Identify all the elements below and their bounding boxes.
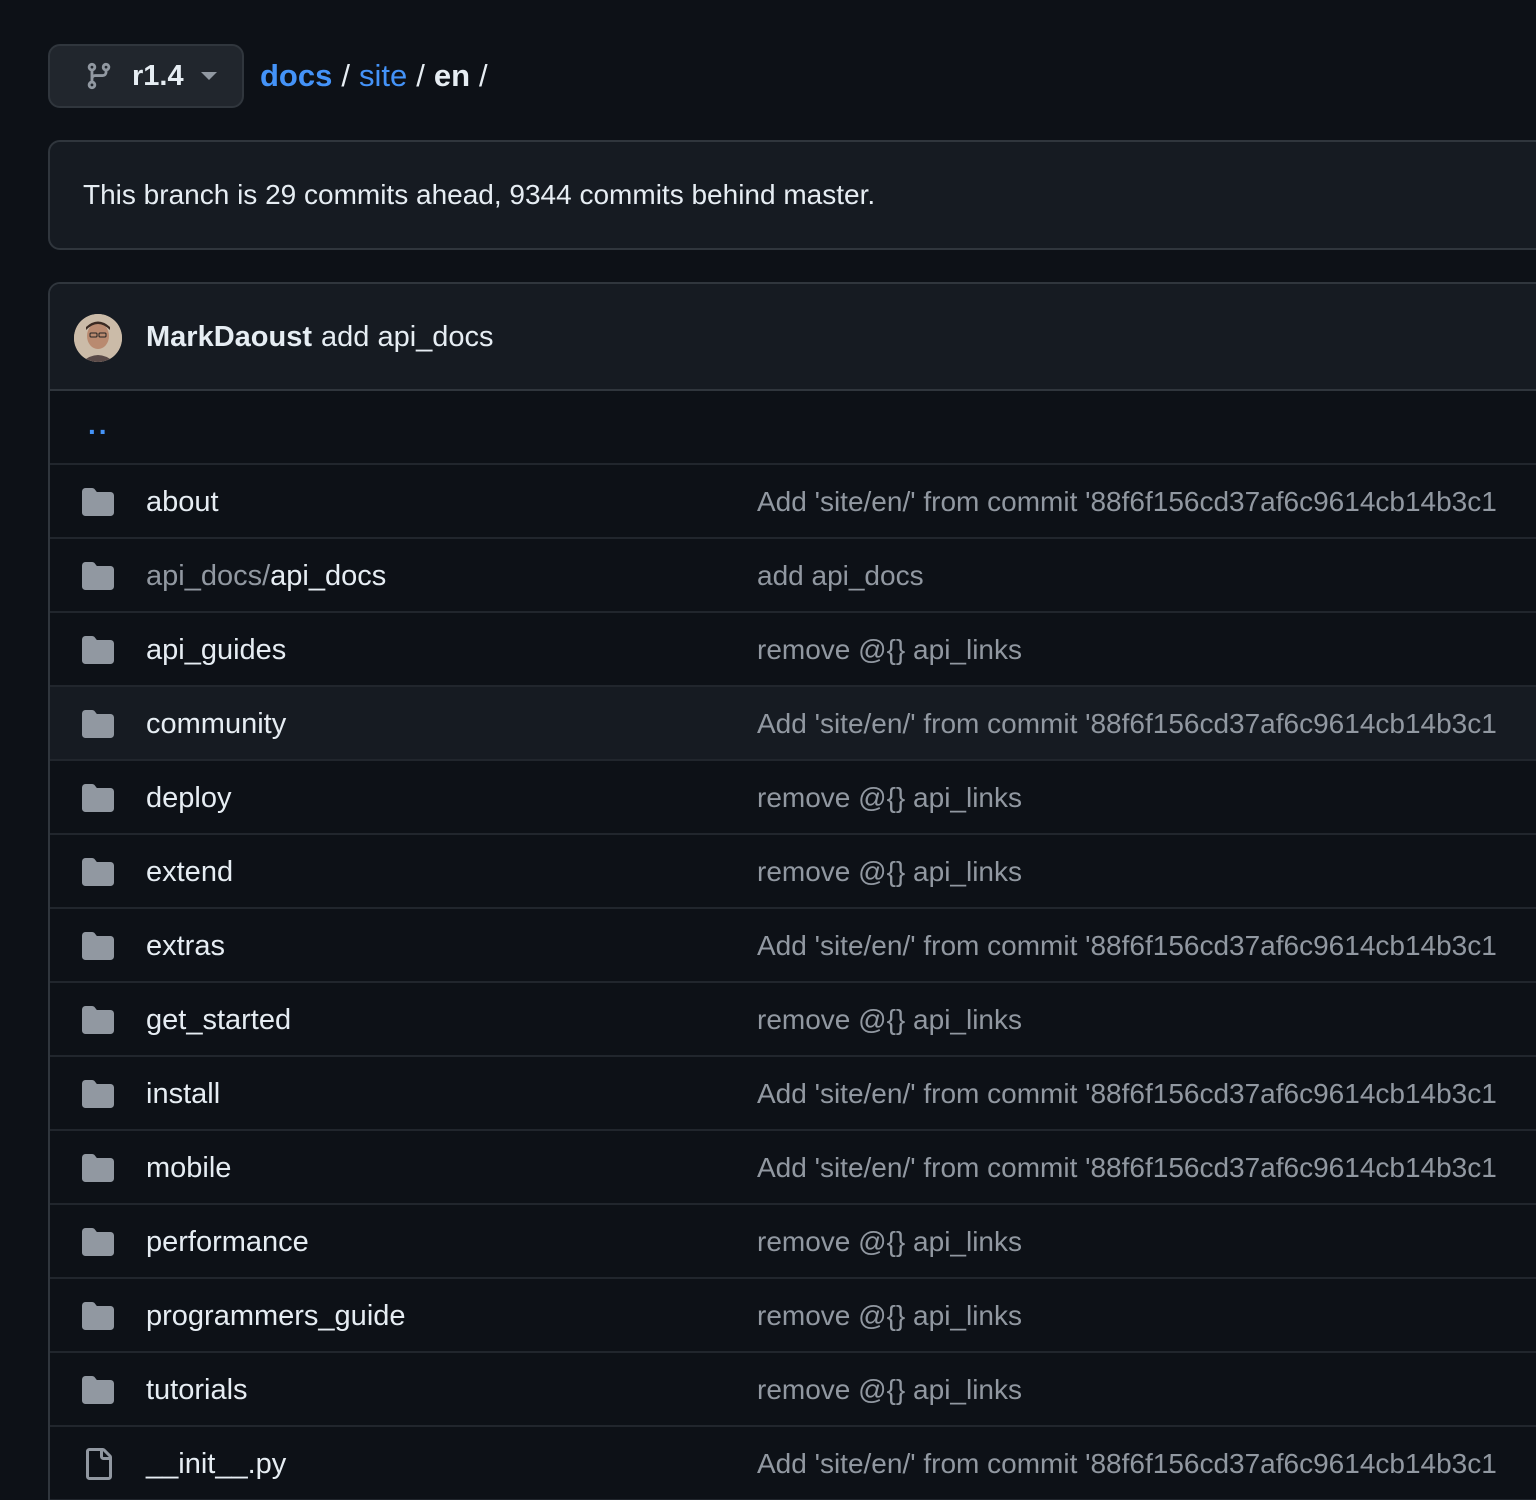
file-name-text: get_started bbox=[146, 1003, 292, 1036]
file-name-link[interactable]: performance bbox=[146, 1205, 309, 1279]
file-name-text: __init__.py bbox=[146, 1447, 287, 1480]
file-name-link[interactable]: programmers_guide bbox=[146, 1279, 406, 1353]
file-name-link[interactable]: tutorials bbox=[146, 1353, 248, 1427]
file-name-link[interactable]: community bbox=[146, 687, 286, 761]
folder-icon bbox=[82, 486, 114, 518]
folder-icon bbox=[82, 634, 114, 666]
branch-selector-button[interactable]: r1.4 bbox=[48, 44, 244, 108]
file-name-text: performance bbox=[146, 1225, 309, 1258]
file-name-link[interactable]: __init__.py bbox=[146, 1427, 286, 1500]
file-browser: MarkDaoust add api_docs .. about Add 'sit… bbox=[48, 282, 1536, 1500]
file-icon bbox=[82, 1448, 114, 1480]
parent-directory-link[interactable]: .. bbox=[88, 409, 110, 441]
branch-name: r1.4 bbox=[132, 59, 184, 92]
file-name-text: install bbox=[146, 1077, 221, 1110]
file-commit-message-link[interactable]: remove @{} api_links bbox=[757, 1353, 1022, 1427]
file-name-text: about bbox=[146, 485, 219, 518]
table-row[interactable]: install Add 'site/en/' from commit '88f6f… bbox=[50, 1057, 1536, 1131]
file-name-link[interactable]: install bbox=[146, 1057, 220, 1131]
file-commit-message-link[interactable]: Add 'site/en/' from commit '88f6f156cd37… bbox=[757, 687, 1497, 761]
breadcrumb-current: en bbox=[433, 58, 471, 93]
file-name-text: programmers_guide bbox=[146, 1299, 406, 1332]
avatar[interactable] bbox=[74, 314, 122, 362]
commit-message-link[interactable]: add api_docs bbox=[321, 321, 494, 354]
table-row[interactable]: tutorials remove @{} api_links bbox=[50, 1353, 1536, 1427]
file-name-text: extend bbox=[146, 855, 234, 888]
file-commit-message-link[interactable]: Add 'site/en/' from commit '88f6f156cd37… bbox=[757, 465, 1497, 539]
file-commit-message-link[interactable]: add api_docs bbox=[757, 539, 924, 613]
breadcrumb: docs / site / en / bbox=[260, 58, 497, 94]
page: r1.4 docs / site / en / This branch is 2… bbox=[0, 0, 1536, 1500]
file-name-link[interactable]: api_guides bbox=[146, 613, 286, 687]
branch-status-banner: This branch is 29 commits ahead, 9344 co… bbox=[48, 140, 1536, 250]
latest-commit-header: MarkDaoust add api_docs bbox=[50, 284, 1536, 391]
file-name-text: tutorials bbox=[146, 1373, 248, 1406]
file-commit-message-link[interactable]: Add 'site/en/' from commit '88f6f156cd37… bbox=[757, 1057, 1497, 1131]
file-commit-message-link[interactable]: remove @{} api_links bbox=[757, 835, 1022, 909]
file-name-prefix: api_docs/ bbox=[146, 559, 271, 592]
file-name-text: deploy bbox=[146, 781, 232, 814]
breadcrumb-separator: / bbox=[416, 58, 425, 93]
file-commit-message-link[interactable]: Add 'site/en/' from commit '88f6f156cd37… bbox=[757, 1427, 1497, 1500]
file-commit-message-link[interactable]: Add 'site/en/' from commit '88f6f156cd37… bbox=[757, 909, 1497, 983]
folder-icon bbox=[82, 1004, 114, 1036]
folder-icon bbox=[82, 708, 114, 740]
folder-icon bbox=[82, 1300, 114, 1332]
file-name-text: extras bbox=[146, 929, 225, 962]
file-name-text: mobile bbox=[146, 1151, 232, 1184]
table-row[interactable]: performance remove @{} api_links bbox=[50, 1205, 1536, 1279]
folder-icon bbox=[82, 1226, 114, 1258]
file-name-link[interactable]: deploy bbox=[146, 761, 231, 835]
git-branch-icon bbox=[84, 60, 114, 92]
file-name-link[interactable]: api_docs/api_docs bbox=[146, 539, 386, 613]
table-row[interactable]: api_guides remove @{} api_links bbox=[50, 613, 1536, 687]
file-name-link[interactable]: mobile bbox=[146, 1131, 231, 1205]
folder-icon bbox=[82, 1374, 114, 1406]
file-name-link[interactable]: about bbox=[146, 465, 219, 539]
folder-icon bbox=[82, 1078, 114, 1110]
table-row[interactable]: community Add 'site/en/' from commit '88f… bbox=[50, 687, 1536, 761]
table-row[interactable]: api_docs/api_docs add api_docs bbox=[50, 539, 1536, 613]
file-name-link[interactable]: extend bbox=[146, 835, 233, 909]
table-row[interactable]: about Add 'site/en/' from commit '88f6f15… bbox=[50, 465, 1536, 539]
file-commit-message-link[interactable]: Add 'site/en/' from commit '88f6f156cd37… bbox=[757, 1131, 1497, 1205]
file-name-text: community bbox=[146, 707, 287, 740]
commit-author-link[interactable]: MarkDaoust bbox=[146, 321, 312, 354]
table-row[interactable]: extras Add 'site/en/' from commit '88f6f1… bbox=[50, 909, 1536, 983]
file-commit-message-link[interactable]: remove @{} api_links bbox=[757, 1279, 1022, 1353]
branch-status-text: This branch is 29 commits ahead, 9344 co… bbox=[83, 179, 876, 210]
file-name-link[interactable]: extras bbox=[146, 909, 225, 983]
file-commit-message-link[interactable]: remove @{} api_links bbox=[757, 983, 1022, 1057]
file-commit-message-link[interactable]: remove @{} api_links bbox=[757, 761, 1022, 835]
breadcrumb-separator: / bbox=[479, 58, 488, 93]
folder-icon bbox=[82, 1152, 114, 1184]
folder-icon bbox=[82, 856, 114, 888]
file-name-link[interactable]: get_started bbox=[146, 983, 291, 1057]
table-row[interactable]: mobile Add 'site/en/' from commit '88f6f1… bbox=[50, 1131, 1536, 1205]
breadcrumb-link-docs[interactable]: docs bbox=[260, 58, 332, 94]
latest-commit-text: MarkDaoust add api_docs bbox=[146, 284, 494, 391]
folder-icon bbox=[82, 560, 114, 592]
chevron-down-icon bbox=[200, 71, 218, 81]
breadcrumb-separator: / bbox=[341, 58, 350, 93]
file-name-text: api_guides bbox=[146, 633, 287, 666]
table-row[interactable]: get_started remove @{} api_links bbox=[50, 983, 1536, 1057]
file-commit-message-link[interactable]: remove @{} api_links bbox=[757, 613, 1022, 687]
file-name-text: api_docs bbox=[270, 559, 387, 592]
folder-icon bbox=[82, 930, 114, 962]
file-list: about Add 'site/en/' from commit '88f6f15… bbox=[50, 465, 1536, 1500]
table-row[interactable]: deploy remove @{} api_links bbox=[50, 761, 1536, 835]
folder-icon bbox=[82, 782, 114, 814]
top-bar: r1.4 docs / site / en / bbox=[48, 44, 497, 108]
parent-directory-row[interactable]: .. bbox=[50, 391, 1536, 465]
breadcrumb-link-site[interactable]: site bbox=[359, 58, 407, 94]
file-commit-message-link[interactable]: remove @{} api_links bbox=[757, 1205, 1022, 1279]
table-row[interactable]: __init__.py Add 'site/en/' from commit '8… bbox=[50, 1427, 1536, 1500]
table-row[interactable]: extend remove @{} api_links bbox=[50, 835, 1536, 909]
table-row[interactable]: programmers_guide remove @{} api_links bbox=[50, 1279, 1536, 1353]
